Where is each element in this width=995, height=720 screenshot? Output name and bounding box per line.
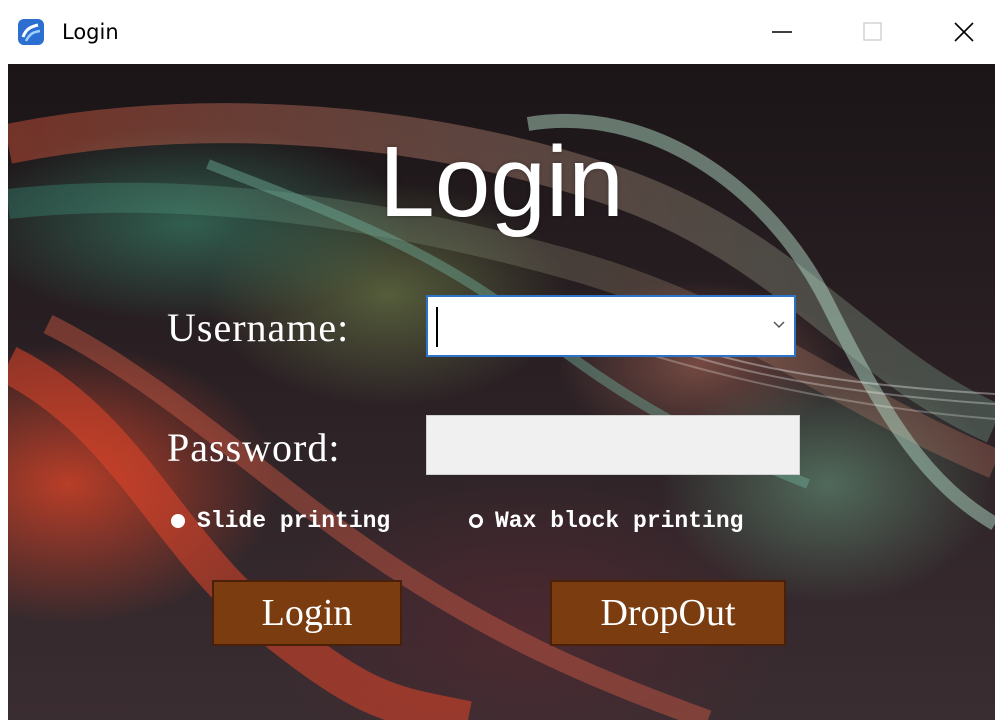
login-button[interactable]: Login xyxy=(212,580,402,646)
title-bar: Login xyxy=(0,0,995,64)
username-combobox[interactable] xyxy=(426,295,796,357)
page-title: Login xyxy=(379,126,624,238)
radio-selected-icon xyxy=(171,514,185,528)
text-cursor xyxy=(436,307,438,347)
minimize-button[interactable] xyxy=(754,8,810,56)
maximize-icon xyxy=(863,22,882,41)
close-button[interactable] xyxy=(936,8,992,56)
radio-unselected-icon xyxy=(469,514,483,528)
radio-wax-block-printing-label: Wax block printing xyxy=(495,508,744,534)
dropout-button[interactable]: DropOut xyxy=(550,580,786,646)
close-icon xyxy=(954,22,974,42)
maximize-button[interactable] xyxy=(845,8,901,56)
password-label: Password: xyxy=(167,425,341,470)
radio-slide-printing-label: Slide printing xyxy=(197,508,391,534)
window-title: Login xyxy=(62,20,119,44)
app-logo-icon xyxy=(18,19,44,45)
chevron-down-icon[interactable] xyxy=(772,320,786,330)
login-panel: Login Username: Password: Slide printing… xyxy=(8,64,995,720)
login-window: Login Login Username: Password: Slide pr… xyxy=(0,0,995,720)
minimize-icon xyxy=(772,31,792,33)
username-label: Username: xyxy=(167,305,350,350)
radio-slide-printing[interactable]: Slide printing xyxy=(171,508,390,534)
radio-wax-block-printing[interactable]: Wax block printing xyxy=(469,508,743,534)
password-field[interactable] xyxy=(426,415,800,475)
